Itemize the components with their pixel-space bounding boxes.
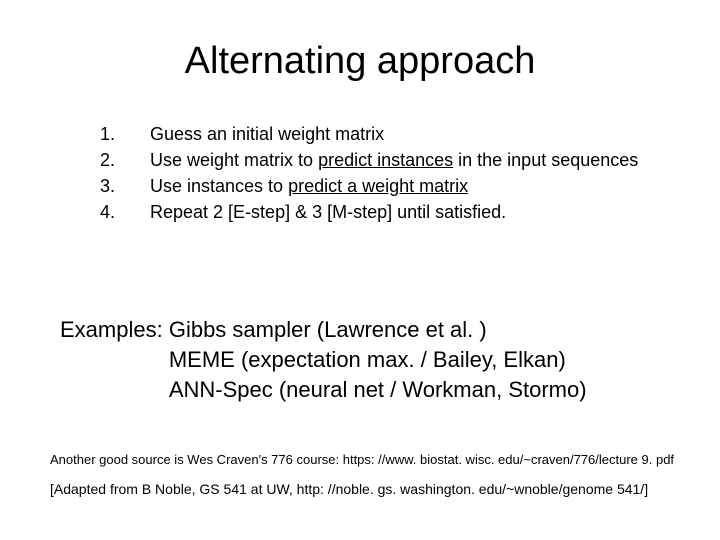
list-number: 4. <box>100 199 122 225</box>
list-item: 2. Use weight matrix to predict instance… <box>100 147 690 173</box>
examples-lines: Gibbs sampler (Lawrence et al. ) MEME (e… <box>169 315 587 404</box>
list-item: 3. Use instances to predict a weight mat… <box>100 173 690 199</box>
list-text: Use weight matrix to predict instances i… <box>150 147 638 173</box>
footnote: Another good source is Wes Craven's 776 … <box>30 452 690 467</box>
list-text: Repeat 2 [E-step] & 3 [M-step] until sat… <box>150 199 506 225</box>
examples-block: Examples: Gibbs sampler (Lawrence et al.… <box>30 315 690 404</box>
example-line: MEME (expectation max. / Bailey, Elkan) <box>169 345 587 375</box>
slide-title: Alternating approach <box>30 40 690 83</box>
list-text: Use instances to predict a weight matrix <box>150 173 468 199</box>
examples-label: Examples: <box>60 315 169 404</box>
list-number: 1. <box>100 121 122 147</box>
numbered-list: 1. Guess an initial weight matrix 2. Use… <box>30 121 690 225</box>
list-number: 2. <box>100 147 122 173</box>
slide: Alternating approach 1. Guess an initial… <box>0 0 720 540</box>
list-number: 3. <box>100 173 122 199</box>
list-item: 1. Guess an initial weight matrix <box>100 121 690 147</box>
example-line: ANN-Spec (neural net / Workman, Stormo) <box>169 375 587 405</box>
list-item: 4. Repeat 2 [E-step] & 3 [M-step] until … <box>100 199 690 225</box>
credit-line: [Adapted from B Noble, GS 541 at UW, htt… <box>30 481 690 497</box>
list-text: Guess an initial weight matrix <box>150 121 384 147</box>
example-line: Gibbs sampler (Lawrence et al. ) <box>169 315 587 345</box>
